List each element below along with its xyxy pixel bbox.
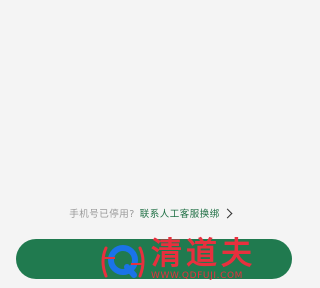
- blank-content-area: [0, 0, 300, 200]
- phone-disabled-help-row: 手机号已停用? 联系人工客服换绑: [0, 204, 300, 222]
- contact-support-label: 联系人工客服换绑: [139, 209, 220, 220]
- login-screen: 手机号已停用? 联系人工客服换绑 清道夫 WWW.QDFUJI.COM: [0, 0, 300, 288]
- chevron-right-icon: [222, 208, 233, 219]
- contact-support-link[interactable]: 联系人工客服换绑: [139, 206, 233, 220]
- primary-action-button[interactable]: [16, 239, 292, 279]
- phone-disabled-question: 手机号已停用?: [69, 209, 135, 220]
